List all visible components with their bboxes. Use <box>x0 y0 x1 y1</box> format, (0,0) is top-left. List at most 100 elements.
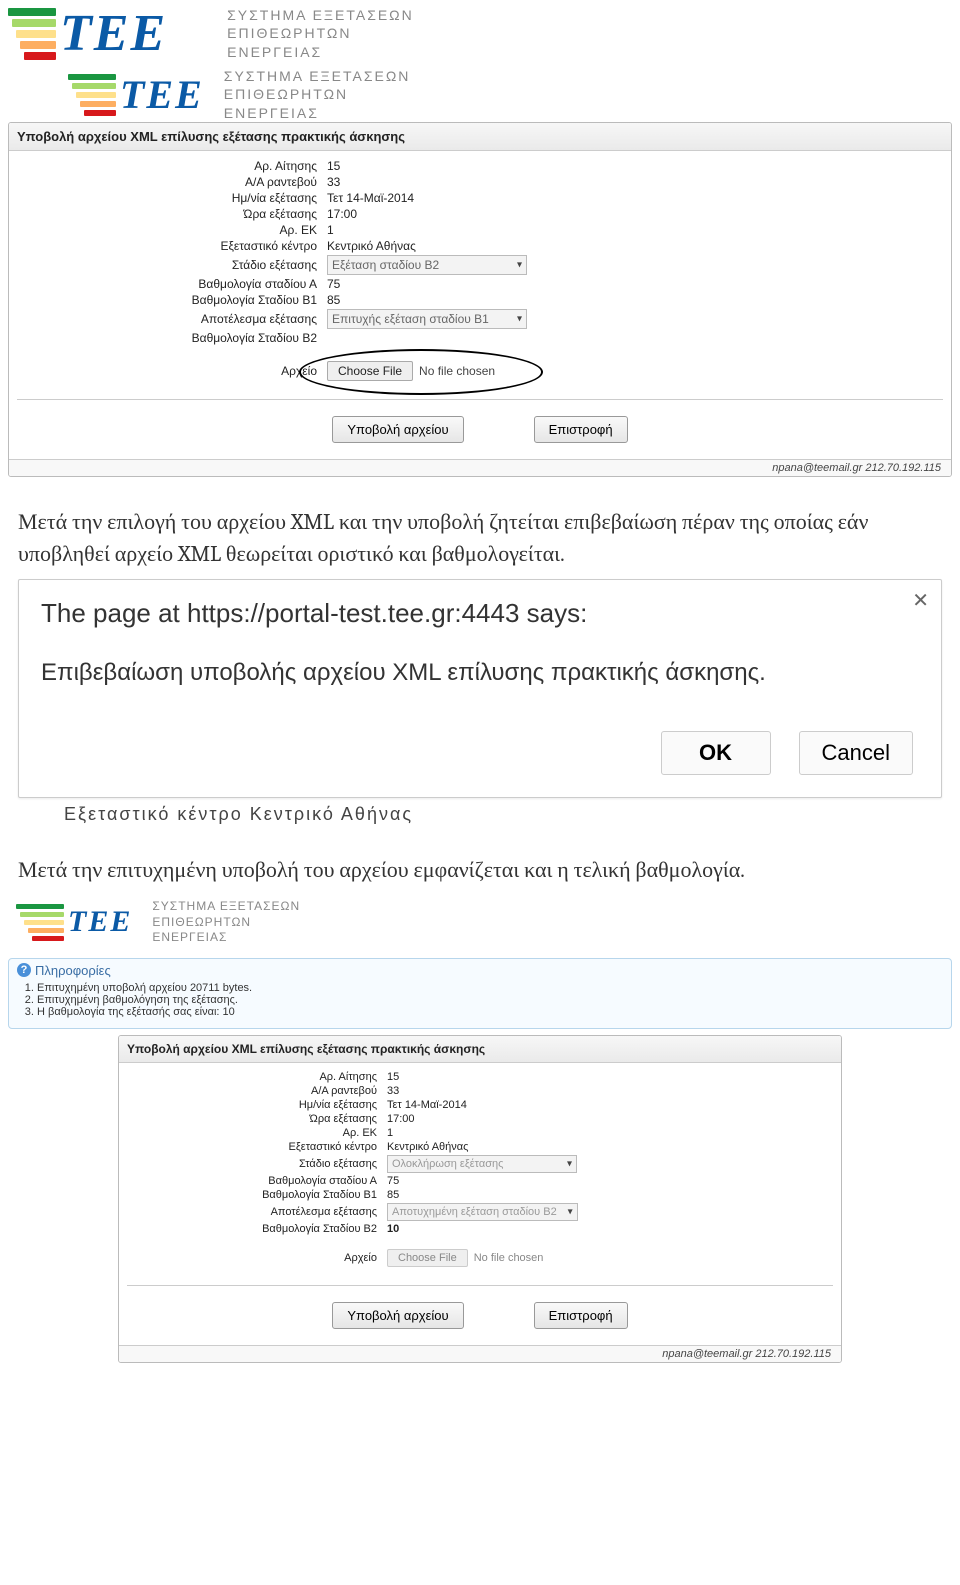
dialog-title: The page at https://portal-test.tee.gr:4… <box>41 598 919 629</box>
lbl-app-no: Αρ. Αίτησης <box>127 1071 387 1083</box>
info-item: Επιτυχημένη βαθμολόγηση της εξέτασης. <box>37 994 943 1006</box>
lbl-grade-b1: Βαθμολογία Σταδίου Β1 <box>17 293 327 307</box>
lbl-grade-a: Βαθμολογία σταδίου Α <box>17 277 327 291</box>
header-row-small: ΤΕΕ ΣΥΣΤΗΜΑ ΕΞΕΤΑΣΕΩΝ ΕΠΙΘΕΩΡΗΤΩΝ ΕΝΕΡΓΕ… <box>0 67 960 122</box>
xml-upload-panel: Υποβολή αρχείου XML επίλυσης εξέτασης πρ… <box>8 122 952 477</box>
logo: ΤΕΕ <box>0 0 175 67</box>
val-rv-no: 33 <box>387 1085 399 1097</box>
lbl-exam-time: Ώρα εξέτασης <box>127 1113 387 1125</box>
close-icon[interactable]: ✕ <box>912 588 929 613</box>
lbl-app-no: Αρ. Αίτησης <box>17 159 327 173</box>
lbl-grade-b2: Βαθμολογία Σταδίου Β2 <box>127 1223 387 1235</box>
lbl-file: Αρχείο <box>17 364 327 378</box>
val-app-no: 15 <box>327 159 340 173</box>
logo-text: ΤΕΕ <box>68 905 132 939</box>
result-select[interactable]: Επιτυχής εξέταση σταδίου Β1 <box>327 309 527 329</box>
lbl-stage: Στάδιο εξέτασης <box>127 1158 387 1170</box>
info-item: Επιτυχημένη υποβολή αρχείου 20711 bytes. <box>37 982 943 994</box>
lbl-grade-a: Βαθμολογία σταδίου Α <box>127 1175 387 1187</box>
lbl-grade-b1: Βαθμολογία Σταδίου Β1 <box>127 1189 387 1201</box>
file-input[interactable]: Choose File No file chosen <box>387 1249 543 1267</box>
dialog-message: Επιβεβαίωση υποβολής αρχείου XML επίλυση… <box>41 657 919 689</box>
info-icon: ? <box>17 963 31 977</box>
confirm-dialog: ✕ The page at https://portal-test.tee.gr… <box>18 579 942 798</box>
system-title-line: ΣΥΣΤΗΜΑ ΕΞΕΤΑΣΕΩΝ <box>224 67 411 85</box>
logo: ΤΕΕ <box>60 67 212 122</box>
lbl-center: Εξεταστικό κέντρο <box>127 1141 387 1153</box>
lbl-center: Εξεταστικό κέντρο <box>17 239 327 253</box>
val-exam-date: Τετ 14-Μαϊ-2014 <box>387 1099 467 1111</box>
system-title: ΣΥΣΤΗΜΑ ΕΞΕΤΑΣΕΩΝ ΕΠΙΘΕΩΡΗΤΩΝ ΕΝΕΡΓΕΙΑΣ <box>227 6 414 61</box>
panel-footer: npana@teemail.gr 212.70.192.115 <box>9 459 951 476</box>
info-title-text: Πληροφορίες <box>35 963 111 978</box>
result-select[interactable]: Αποτυχημένη εξέταση σταδίου Β2 <box>387 1203 578 1221</box>
logo-bars-icon <box>8 8 56 60</box>
val-ek-no: 1 <box>387 1127 393 1139</box>
val-exam-date: Τετ 14-Μαϊ-2014 <box>327 191 414 205</box>
separator <box>127 1285 833 1286</box>
cancel-button[interactable]: Cancel <box>799 731 913 775</box>
system-title-line: ΕΠΙΘΕΩΡΗΤΩΝ <box>152 915 300 931</box>
lbl-rv-no: Α/Α ραντεβού <box>17 175 327 189</box>
val-center: Κεντρικό Αθήνας <box>387 1141 468 1153</box>
file-status: No file chosen <box>419 364 495 378</box>
val-exam-time: 17:00 <box>327 207 357 221</box>
form: Αρ. Αίτησης15 Α/Α ραντεβού33 Ημ/νία εξέτ… <box>119 1063 841 1345</box>
file-status: No file chosen <box>474 1252 544 1264</box>
lbl-file: Αρχείο <box>127 1252 387 1264</box>
xml-upload-panel-result: Υποβολή αρχείου XML επίλυσης εξέτασης πρ… <box>118 1035 842 1363</box>
stage-select[interactable]: Ολοκλήρωση εξέτασης <box>387 1155 577 1173</box>
lbl-ek-no: Αρ. ΕΚ <box>17 223 327 237</box>
val-grade-a: 75 <box>387 1175 399 1187</box>
lbl-result: Αποτέλεσμα εξέτασης <box>127 1206 387 1218</box>
form: Αρ. Αίτησης15 Α/Α ραντεβού33 Ημ/νία εξέτ… <box>9 151 951 459</box>
choose-file-button[interactable]: Choose File <box>327 361 413 381</box>
choose-file-button[interactable]: Choose File <box>387 1249 468 1267</box>
lbl-result: Αποτέλεσμα εξέτασης <box>17 312 327 326</box>
system-title-line: ΕΠΙΘΕΩΡΗΤΩΝ <box>224 85 411 103</box>
val-exam-time: 17:00 <box>387 1113 415 1125</box>
val-grade-b1: 85 <box>327 293 340 307</box>
submit-button[interactable]: Υποβολή αρχείου <box>332 416 463 443</box>
lbl-exam-date: Ημ/νία εξέτασης <box>17 191 327 205</box>
separator <box>17 399 943 400</box>
ok-button[interactable]: OK <box>661 731 771 775</box>
file-input[interactable]: Choose File No file chosen <box>327 361 495 381</box>
system-title-line: ΣΥΣΤΗΜΑ ΕΞΕΤΑΣΕΩΝ <box>152 899 300 915</box>
paragraph: Μετά την επιτυχημένη υποβολή του αρχείου… <box>0 825 960 895</box>
info-title: ? Πληροφορίες <box>17 963 943 978</box>
submit-button[interactable]: Υποβολή αρχείου <box>332 1302 463 1329</box>
logo-bars-icon <box>16 904 64 941</box>
info-panel: ? Πληροφορίες Επιτυχημένη υποβολή αρχείο… <box>8 958 952 1029</box>
lbl-exam-date: Ημ/νία εξέτασης <box>127 1099 387 1111</box>
header-row-small-2: ΤΕΕ ΣΥΣΤΗΜΑ ΕΞΕΤΑΣΕΩΝ ΕΠΙΘΕΩΡΗΤΩΝ ΕΝΕΡΓΕ… <box>0 895 960 950</box>
system-title: ΣΥΣΤΗΜΑ ΕΞΕΤΑΣΕΩΝ ΕΠΙΘΕΩΡΗΤΩΝ ΕΝΕΡΓΕΙΑΣ <box>224 67 411 122</box>
val-grade-a: 75 <box>327 277 340 291</box>
system-title-line: ΣΥΣΤΗΜΑ ΕΞΕΤΑΣΕΩΝ <box>227 6 414 24</box>
lbl-rv-no: Α/Α ραντεβού <box>127 1085 387 1097</box>
lbl-stage: Στάδιο εξέτασης <box>17 258 327 272</box>
lbl-grade-b2: Βαθμολογία Σταδίου Β2 <box>17 331 327 345</box>
panel-footer: npana@teemail.gr 212.70.192.115 <box>119 1345 841 1362</box>
system-title: ΣΥΣΤΗΜΑ ΕΞΕΤΑΣΕΩΝ ΕΠΙΘΕΩΡΗΤΩΝ ΕΝΕΡΓΕΙΑΣ <box>152 899 300 946</box>
val-rv-no: 33 <box>327 175 340 189</box>
header-row-big: ΤΕΕ ΣΥΣΤΗΜΑ ΕΞΕΤΑΣΕΩΝ ΕΠΙΘΕΩΡΗΤΩΝ ΕΝΕΡΓΕ… <box>0 0 960 67</box>
system-title-line: ΕΝΕΡΓΕΙΑΣ <box>224 104 411 122</box>
system-title-line: ΕΝΕΡΓΕΙΑΣ <box>152 930 300 946</box>
panel-title: Υποβολή αρχείου XML επίλυσης εξέτασης πρ… <box>119 1036 841 1063</box>
lbl-exam-time: Ώρα εξέτασης <box>17 207 327 221</box>
system-title-line: ΕΠΙΘΕΩΡΗΤΩΝ <box>227 24 414 42</box>
back-button[interactable]: Επιστροφή <box>534 1302 628 1329</box>
paragraph: Μετά την επιλογή του αρχείου XML και την… <box>0 477 960 579</box>
logo-bars-icon <box>68 74 116 116</box>
logo-text: ΤΕΕ <box>60 4 167 63</box>
lbl-ek-no: Αρ. ΕΚ <box>127 1127 387 1139</box>
stage-select[interactable]: Εξέταση σταδίου Β2 <box>327 255 527 275</box>
back-button[interactable]: Επιστροφή <box>534 416 628 443</box>
info-item: Η βαθμολογία της εξέτασής σας είναι: 10 <box>37 1006 943 1018</box>
val-grade-b2: 10 <box>387 1223 399 1235</box>
val-center: Κεντρικό Αθήνας <box>327 239 416 253</box>
panel-title: Υποβολή αρχείου XML επίλυσης εξέτασης πρ… <box>9 123 951 151</box>
info-list: Επιτυχημένη υποβολή αρχείου 20711 bytes.… <box>37 982 943 1018</box>
logo-text: ΤΕΕ <box>120 71 204 118</box>
